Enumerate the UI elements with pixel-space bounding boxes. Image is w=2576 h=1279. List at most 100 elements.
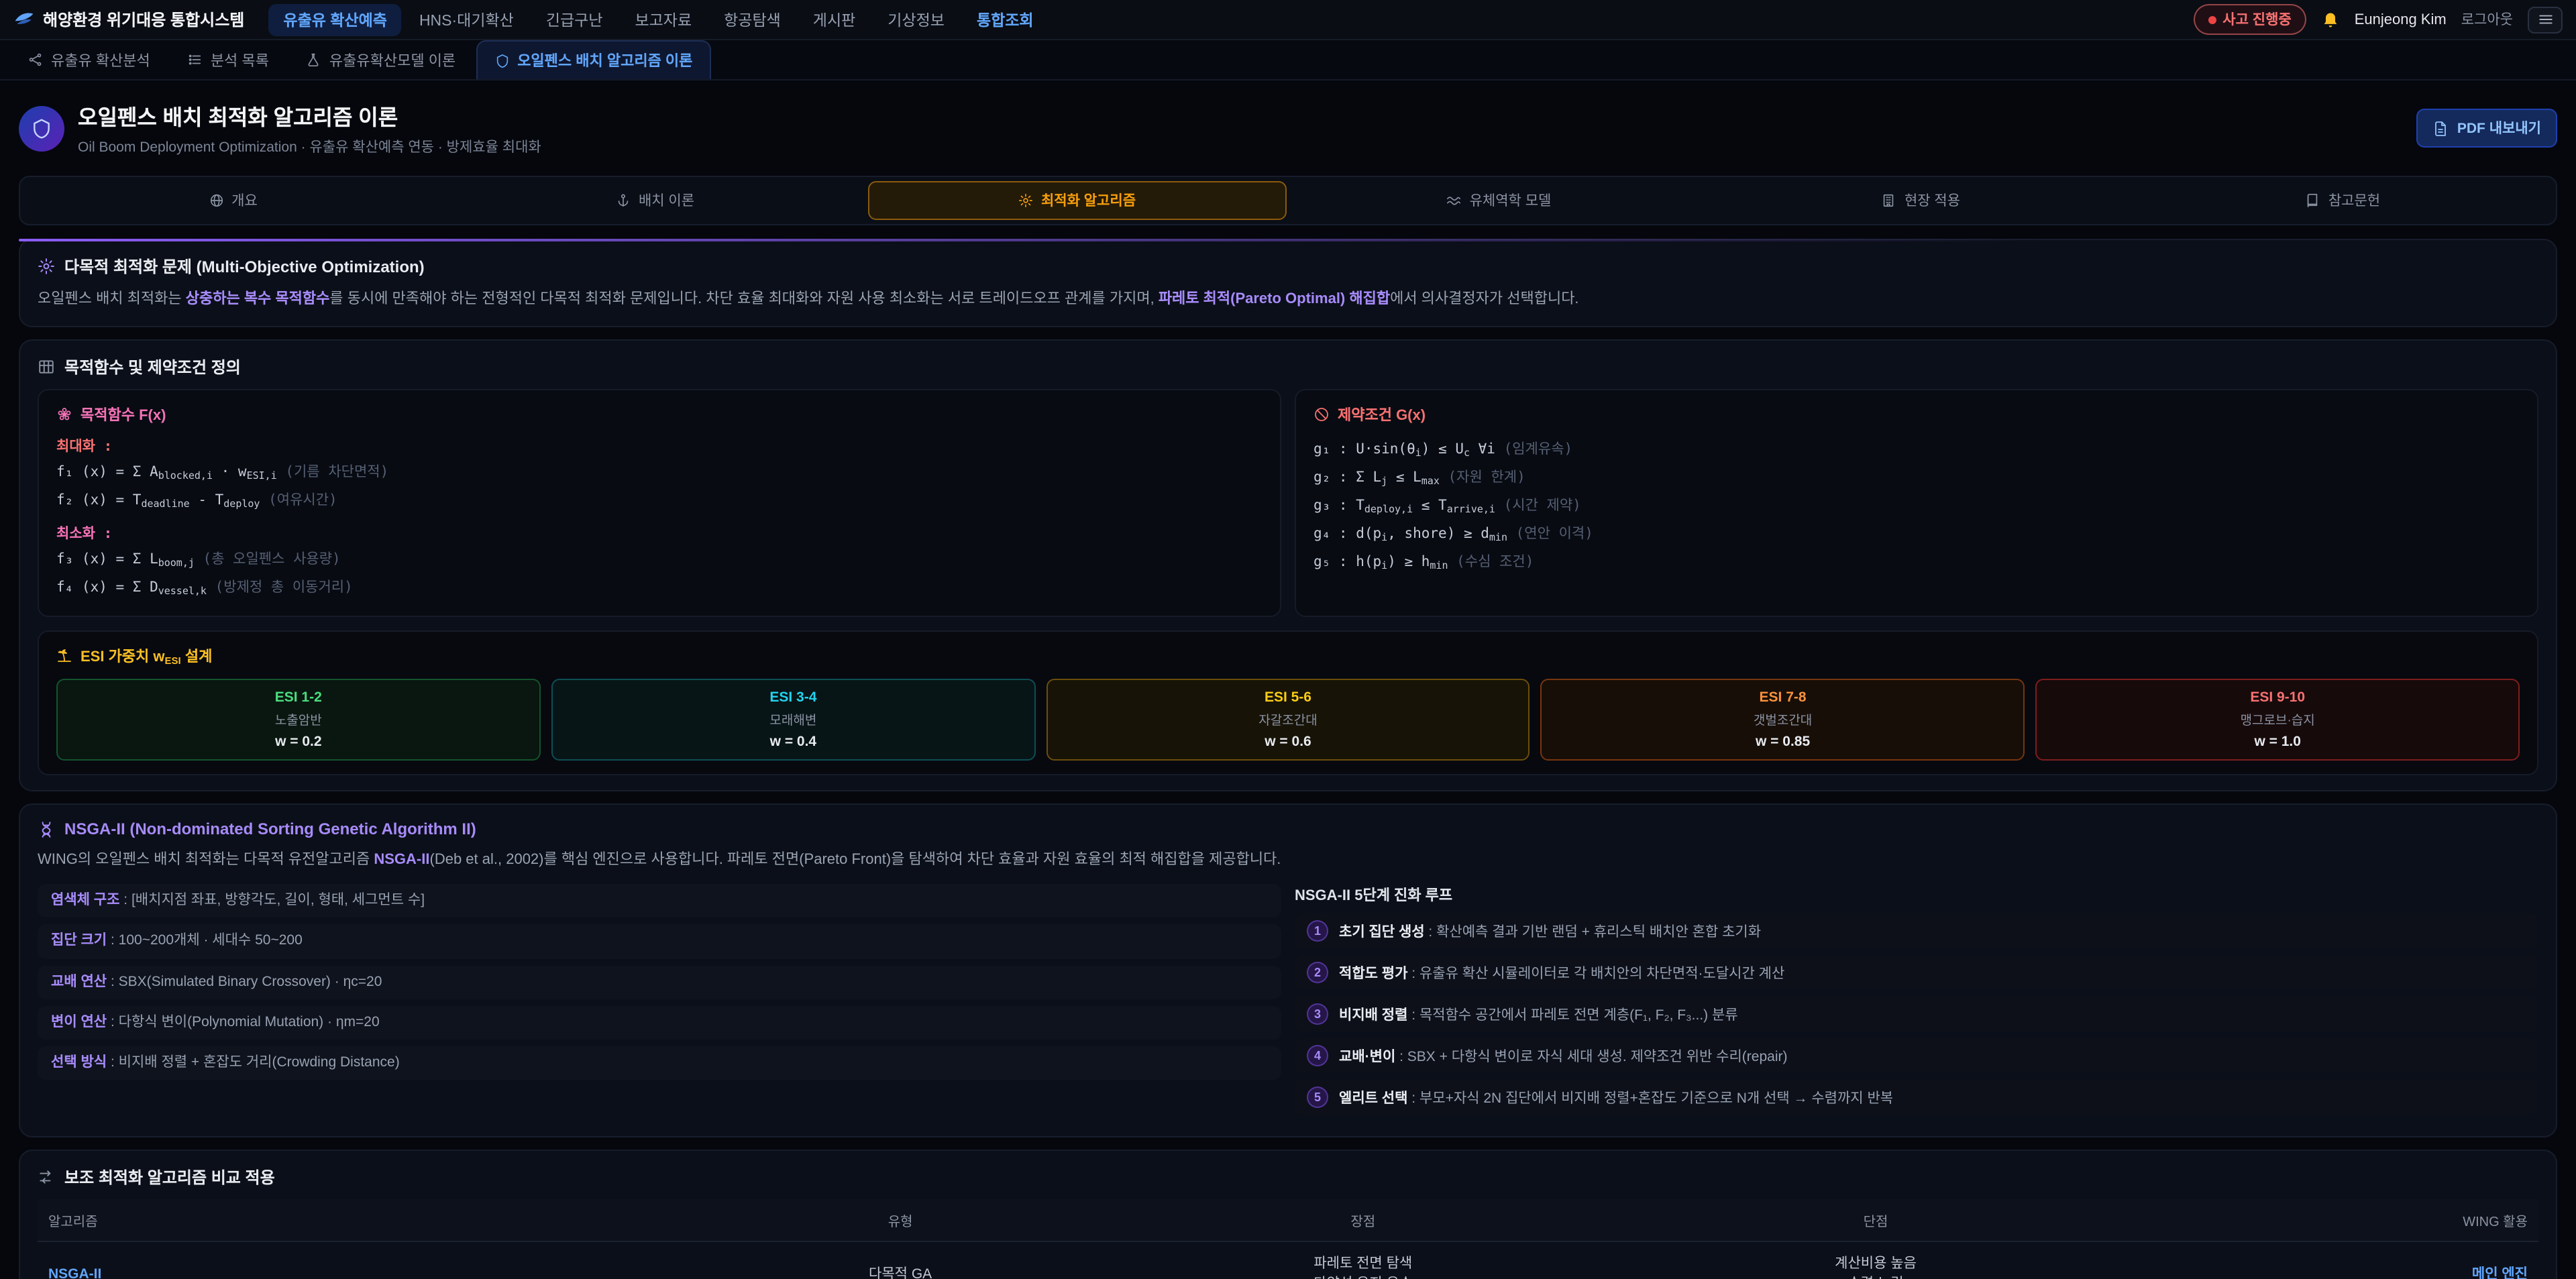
esi-shore-type: 자갈조간대	[1053, 710, 1523, 728]
pdf-export-label: PDF 내보내기	[2457, 118, 2541, 138]
esi-shore-type: 맹그로브·습지	[2042, 710, 2513, 728]
definitions-section-title: 목적함수 및 제약조건 정의	[38, 355, 2538, 378]
blossom-icon	[56, 406, 72, 423]
section-tab[interactable]: 현장 적용	[1712, 181, 2130, 220]
table-column-header: 유형	[688, 1199, 1113, 1241]
section-tab[interactable]: 최적화 알고리즘	[868, 181, 1286, 220]
nsga-section-title: NSGA-II (Non-dominated Sorting Genetic A…	[38, 820, 2538, 838]
nsga-param-value: SBX(Simulated Binary Crossover) · ηc=20	[119, 973, 382, 989]
step-number-badge: 3	[1307, 1003, 1328, 1025]
nsga-param-label: 변이 연산	[51, 1014, 107, 1030]
dna-icon	[38, 820, 55, 838]
section-tab[interactable]: 배치 이론	[446, 181, 864, 220]
nsga-paragraph: WING의 오일펜스 배치 최적화는 다목적 유전알고리즘 NSGA-II(De…	[38, 849, 2538, 872]
nsga-step-row: 4교배·변이 : SBX + 다항식 변이로 자식 세대 생성. 제약조건 위반…	[1295, 1038, 2538, 1073]
page-subtitle: Oil Boom Deployment Optimization · 유출유 확…	[78, 137, 541, 157]
esi-weight-card: ESI 5-6자갈조간대w = 0.6	[1046, 679, 1530, 761]
menu-button[interactable]	[2528, 6, 2563, 33]
nsga-step-text: 초기 집단 생성 : 확산예측 결과 기반 랜덤 + 휴리스틱 배치안 혼합 초…	[1339, 921, 1761, 941]
section-tab-label: 배치 이론	[639, 190, 694, 211]
main-nav-item[interactable]: 게시판	[798, 3, 871, 36]
cell-cons: 계산비용 높음수렴 느림	[1613, 1241, 2139, 1279]
section-tab[interactable]: 개요	[24, 181, 442, 220]
comparison-section-card: 보조 최적화 알고리즘 비교 적용 알고리즘유형장점단점WING 활용 NSGA…	[19, 1150, 2557, 1279]
nsga-param-label: 염색체 구조	[51, 892, 119, 908]
main-nav-item[interactable]: 통합조회	[962, 3, 1049, 36]
status-dot-icon	[2208, 15, 2216, 23]
globe-icon	[209, 193, 223, 208]
esi-shore-type: 모래해변	[558, 710, 1029, 728]
constraint-panel-title: 제약조건 G(x)	[1313, 404, 2520, 425]
island-icon	[56, 648, 72, 664]
esi-weight-card: ESI 9-10맹그로브·습지w = 1.0	[2035, 679, 2520, 761]
nsga-step-row: 1 초기 집단 생성 : 확산예측 결과 기반 랜덤 + 휴리스틱 배치안 혼합 …	[1295, 913, 2538, 948]
main-nav-item[interactable]: 긴급구난	[531, 3, 618, 36]
nsga-param-value: 100~200개체 · 세대수 50~200	[119, 933, 303, 949]
no-entry-icon	[1313, 406, 1330, 423]
main-content: 다목적 최적화 문제 (Multi-Objective Optimization…	[0, 225, 2576, 1279]
nsga-step-desc: : 확산예측 결과 기반 랜덤 + 휴리스틱 배치안 혼합 초기화	[1425, 924, 1762, 940]
section-tab-label: 참고문헌	[2328, 190, 2380, 211]
esi-weight-value: w = 0.85	[1548, 734, 2019, 750]
section-tab-label: 현장 적용	[1904, 190, 1960, 211]
page-title: 오일펜스 배치 최적화 알고리즘 이론	[78, 99, 541, 131]
nsga-param-label: 집단 크기	[51, 933, 107, 949]
hamburger-icon	[2536, 11, 2554, 28]
sub-tab[interactable]: 오일펜스 배치 알고리즘 이론	[476, 40, 711, 79]
nsga-step-text: 엘리트 선택 : 부모+자식 2N 집단에서 비지배 정렬+혼잡도 기준으로 N…	[1339, 1087, 1893, 1107]
nsga-step-desc: : 유출유 확산 시뮬레이터로 각 배치안의 차단면적·도달시간 계산	[1407, 965, 1784, 981]
comparison-section-title: 보조 최적화 알고리즘 비교 적용	[38, 1166, 2538, 1188]
logout-button[interactable]: 로그아웃	[2461, 9, 2513, 30]
constraint-formula-line: g₅ : h(pi) ≥ hmin (수심 조건)	[1313, 549, 2520, 577]
main-nav-item[interactable]: 유출유 확산예측	[268, 3, 402, 36]
table-column-header: 알고리즘	[38, 1199, 688, 1241]
step-number-badge: 1	[1307, 920, 1328, 942]
nsga-step-list: 1 초기 집단 생성 : 확산예측 결과 기반 랜덤 + 휴리스틱 배치안 혼합 …	[1295, 913, 2538, 1115]
main-nav-item[interactable]: 보고자료	[620, 3, 706, 36]
document-icon	[2433, 120, 2449, 136]
objective-group-label: 최소화 :	[56, 523, 1263, 543]
page-header-left: 오일펜스 배치 최적화 알고리즘 이론 Oil Boom Deployment …	[19, 99, 541, 157]
app-logo: 해양환경 위기대응 통합시스템	[13, 8, 244, 31]
gear-icon	[38, 258, 55, 275]
nsga-param-row: 교배 연산 : SBX(Simulated Binary Crossover) …	[38, 965, 1281, 999]
nsga-param-value: [배치지점 좌표, 방향각도, 길이, 형태, 세그먼트 수]	[131, 892, 425, 908]
objective-panel-title: 목적함수 F(x)	[56, 404, 1263, 425]
table-row: NSGA-II다목적 GA파레토 전면 탐색다양성 유지 우수계산비용 높음수렴…	[38, 1241, 2538, 1279]
esi-range-label: ESI 7-8	[1548, 689, 2019, 706]
objective-formula-line: f₁ (x) = Σ Ablocked,i · wESI,i (기름 차단면적)	[56, 459, 1263, 487]
objective-group-label: 최대화 :	[56, 436, 1263, 456]
main-nav-item[interactable]: 기상정보	[873, 3, 959, 36]
esi-range-label: ESI 3-4	[558, 689, 1029, 706]
moo-section-title: 다목적 최적화 문제 (Multi-Objective Optimization…	[38, 255, 2538, 278]
pdf-export-button[interactable]: PDF 내보내기	[2417, 109, 2557, 148]
esi-weight-value: w = 0.2	[63, 734, 534, 750]
nsga-step-text: 적합도 평가 : 유출유 확산 시뮬레이터로 각 배치안의 차단면적·도달시간 …	[1339, 962, 1784, 983]
notification-bell-icon[interactable]	[2321, 10, 2340, 29]
nsga-step-row: 2적합도 평가 : 유출유 확산 시뮬레이터로 각 배치안의 차단면적·도달시간…	[1295, 955, 2538, 990]
main-nav-item[interactable]: HNS·대기확산	[405, 3, 529, 36]
sub-tab[interactable]: 분석 목록	[170, 40, 286, 79]
section-tab-label: 유체역학 모델	[1470, 190, 1552, 211]
anchor-icon	[616, 193, 631, 208]
esi-range-label: ESI 1-2	[63, 689, 534, 706]
section-tab[interactable]: 유체역학 모델	[1290, 181, 1708, 220]
nsga-loop-panel: NSGA-II 5단계 진화 루프 1초기 집단 생성 : 확산예측 결과 기반…	[1295, 884, 2538, 1121]
building-icon	[1882, 193, 1896, 208]
gear-icon	[1018, 193, 1033, 208]
main-nav-item[interactable]: 항공탐색	[709, 3, 796, 36]
incident-status-badge: 사고 진행중	[2193, 4, 2306, 35]
section-tab[interactable]: 참고문헌	[2134, 181, 2552, 220]
nsga-param-label: 교배 연산	[51, 973, 107, 989]
esi-weight-panel: ESI 가중치 wESI 설계 ESI 1-2노출암반w = 0.2ESI 3-…	[38, 630, 2538, 775]
sub-tab[interactable]: 유출유확산모델 이론	[289, 40, 473, 79]
sub-tab[interactable]: 유출유 확산분석	[11, 40, 168, 79]
sub-tab-label: 유출유확산모델 이론	[329, 49, 455, 70]
cell-wing-usage: 메인 엔진	[2138, 1241, 2538, 1279]
constraint-panel: 제약조건 G(x) g₁ : U·sin(θi) ≤ Uc ∀i (임계유속)g…	[1295, 389, 2538, 617]
main-nav: 유출유 확산예측HNS·대기확산긴급구난보고자료항공탐색게시판기상정보통합조회	[268, 3, 1048, 36]
sub-tab-label: 분석 목록	[211, 49, 269, 70]
step-number-badge: 5	[1307, 1087, 1328, 1108]
list-icon	[188, 52, 203, 67]
constraint-formula-line: g₄ : d(pi, shore) ≥ dmin (연안 이격)	[1313, 520, 2520, 549]
